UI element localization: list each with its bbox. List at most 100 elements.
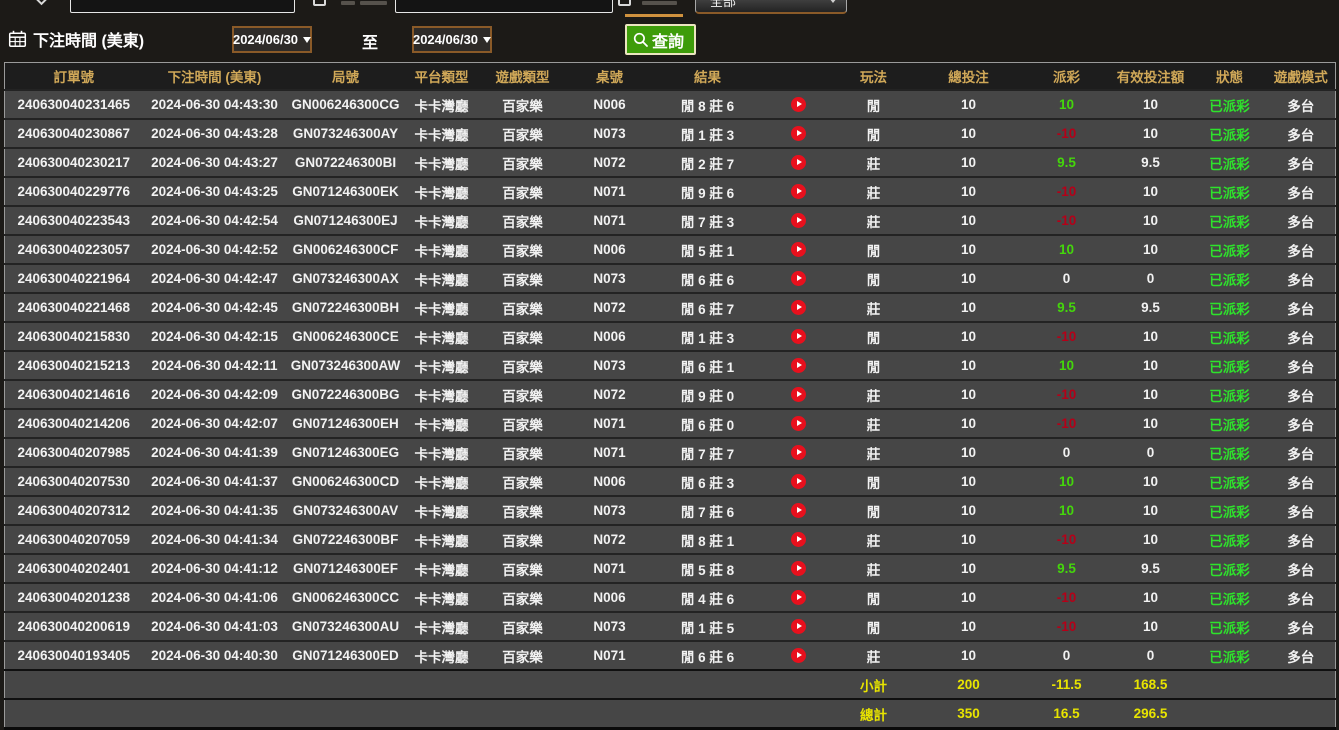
game-type-cell: 百家樂 bbox=[479, 119, 567, 148]
cropped-checkbox-icon-2[interactable] bbox=[618, 0, 631, 6]
game-type-cell: 百家樂 bbox=[479, 496, 567, 525]
replay-play-icon[interactable] bbox=[791, 474, 806, 489]
replay-play-icon[interactable] bbox=[791, 445, 806, 460]
result-cell: 閒 2 莊 7 bbox=[653, 148, 763, 177]
replay-play-icon[interactable] bbox=[791, 503, 806, 518]
replay-play-icon[interactable] bbox=[791, 648, 806, 663]
replay-play-icon[interactable] bbox=[791, 300, 806, 315]
total-bet-cell: 10 bbox=[913, 467, 1025, 496]
round-cell: GN071246300EG bbox=[287, 438, 405, 467]
table-row: 240630040230217 2024-06-30 04:43:27 GN07… bbox=[5, 148, 1336, 177]
game-type-cell: 百家樂 bbox=[479, 467, 567, 496]
replay-play-icon[interactable] bbox=[791, 97, 806, 112]
valid-bet-cell: 10 bbox=[1109, 235, 1193, 264]
subtotal-row: 小計 200 -11.5 168.5 bbox=[5, 670, 1336, 699]
order-cell: 240630040214616 bbox=[5, 380, 143, 409]
replay-play-icon[interactable] bbox=[791, 619, 806, 634]
replay-play-icon[interactable] bbox=[791, 242, 806, 257]
status-dropdown-value: 全部 bbox=[710, 0, 736, 10]
cropped-text-input-1[interactable] bbox=[70, 0, 295, 13]
subtotal-payout: -11.5 bbox=[1025, 670, 1109, 699]
bet-time-cell: 2024-06-30 04:41:06 bbox=[143, 583, 287, 612]
table-no-cell: N006 bbox=[567, 467, 653, 496]
payout-cell: 10 bbox=[1025, 496, 1109, 525]
platform-cell: 卡卡灣廳 bbox=[405, 119, 479, 148]
replay-play-icon[interactable] bbox=[791, 126, 806, 141]
table-totals: 小計 200 -11.5 168.5 總計 350 16.5 296.5 bbox=[5, 670, 1336, 729]
replay-play-icon[interactable] bbox=[791, 329, 806, 344]
replay-play-icon[interactable] bbox=[791, 184, 806, 199]
total-label: 總計 bbox=[835, 699, 913, 729]
replay-play-icon[interactable] bbox=[791, 213, 806, 228]
bet-side-cell: 莊 bbox=[835, 380, 913, 409]
replay-play-icon[interactable] bbox=[791, 590, 806, 605]
round-cell: GN073246300AV bbox=[287, 496, 405, 525]
payout-cell: -10 bbox=[1025, 322, 1109, 351]
order-cell: 240630040221468 bbox=[5, 293, 143, 322]
valid-bet-cell: 10 bbox=[1109, 525, 1193, 554]
valid-bet-cell: 0 bbox=[1109, 264, 1193, 293]
replay-play-icon[interactable] bbox=[791, 561, 806, 576]
cropped-diamond-icon bbox=[34, 0, 50, 5]
order-cell: 240630040207059 bbox=[5, 525, 143, 554]
cropped-checkbox-icon-1[interactable] bbox=[313, 0, 326, 6]
table-row: 240630040201238 2024-06-30 04:41:06 GN00… bbox=[5, 583, 1336, 612]
bet-time-cell: 2024-06-30 04:41:39 bbox=[143, 438, 287, 467]
payout-cell: -10 bbox=[1025, 380, 1109, 409]
replay-play-icon[interactable] bbox=[791, 155, 806, 170]
replay-play-icon[interactable] bbox=[791, 532, 806, 547]
platform-cell: 卡卡灣廳 bbox=[405, 148, 479, 177]
game-type-cell: 百家樂 bbox=[479, 409, 567, 438]
payout-cell: 10 bbox=[1025, 235, 1109, 264]
replay-play-icon[interactable] bbox=[791, 271, 806, 286]
result-cell: 閒 5 莊 1 bbox=[653, 235, 763, 264]
total-bet-cell: 10 bbox=[913, 90, 1025, 119]
bet-time-cell: 2024-06-30 04:42:15 bbox=[143, 322, 287, 351]
bet-side-cell: 閒 bbox=[835, 351, 913, 380]
status-cell: 已派彩 bbox=[1193, 612, 1267, 641]
cropped-text-input-2[interactable] bbox=[395, 0, 613, 13]
header-bet-side: 玩法 bbox=[835, 63, 913, 91]
mode-cell: 多台 bbox=[1267, 583, 1336, 612]
bet-side-cell: 莊 bbox=[835, 148, 913, 177]
result-cell: 閒 6 莊 6 bbox=[653, 641, 763, 670]
date-to-select[interactable]: 2024/06/30 bbox=[412, 26, 492, 53]
date-from-select[interactable]: 2024/06/30 bbox=[232, 26, 312, 53]
valid-bet-cell: 10 bbox=[1109, 351, 1193, 380]
bet-time-cell: 2024-06-30 04:41:03 bbox=[143, 612, 287, 641]
replay-play-icon[interactable] bbox=[791, 416, 806, 431]
bet-time-cell: 2024-06-30 04:41:34 bbox=[143, 525, 287, 554]
order-cell: 240630040202401 bbox=[5, 554, 143, 583]
platform-cell: 卡卡灣廳 bbox=[405, 438, 479, 467]
filter-bar: 全部 下注時間 (美東) 2024/06/30 至 2024/06/30 查詢 bbox=[0, 0, 1339, 62]
round-cell: GN071246300ED bbox=[287, 641, 405, 670]
mode-cell: 多台 bbox=[1267, 293, 1336, 322]
bet-time-cell: 2024-06-30 04:43:25 bbox=[143, 177, 287, 206]
cropped-label-fragment bbox=[341, 1, 355, 5]
subtotal-spacer-right bbox=[1193, 670, 1336, 699]
status-cell: 已派彩 bbox=[1193, 351, 1267, 380]
status-dropdown[interactable]: 全部 bbox=[695, 0, 847, 14]
payout-cell: 0 bbox=[1025, 438, 1109, 467]
result-cell: 閒 6 莊 1 bbox=[653, 351, 763, 380]
status-cell: 已派彩 bbox=[1193, 583, 1267, 612]
replay-cell bbox=[763, 583, 835, 612]
header-status: 狀態 bbox=[1193, 63, 1267, 91]
total-bet-cell: 10 bbox=[913, 612, 1025, 641]
table-no-cell: N073 bbox=[567, 351, 653, 380]
header-bet-time: 下注時間 (美東) bbox=[143, 63, 287, 91]
valid-bet-cell: 10 bbox=[1109, 612, 1193, 641]
replay-play-icon[interactable] bbox=[791, 358, 806, 373]
search-button[interactable]: 查詢 bbox=[625, 24, 696, 55]
mode-cell: 多台 bbox=[1267, 409, 1336, 438]
replay-play-icon[interactable] bbox=[791, 387, 806, 402]
table-no-cell: N072 bbox=[567, 380, 653, 409]
header-result: 結果 bbox=[653, 63, 763, 91]
order-cell: 240630040207312 bbox=[5, 496, 143, 525]
game-type-cell: 百家樂 bbox=[479, 235, 567, 264]
replay-cell bbox=[763, 119, 835, 148]
table-row: 240630040193405 2024-06-30 04:40:30 GN07… bbox=[5, 641, 1336, 670]
payout-cell: -10 bbox=[1025, 525, 1109, 554]
round-cell: GN071246300EF bbox=[287, 554, 405, 583]
game-type-cell: 百家樂 bbox=[479, 612, 567, 641]
